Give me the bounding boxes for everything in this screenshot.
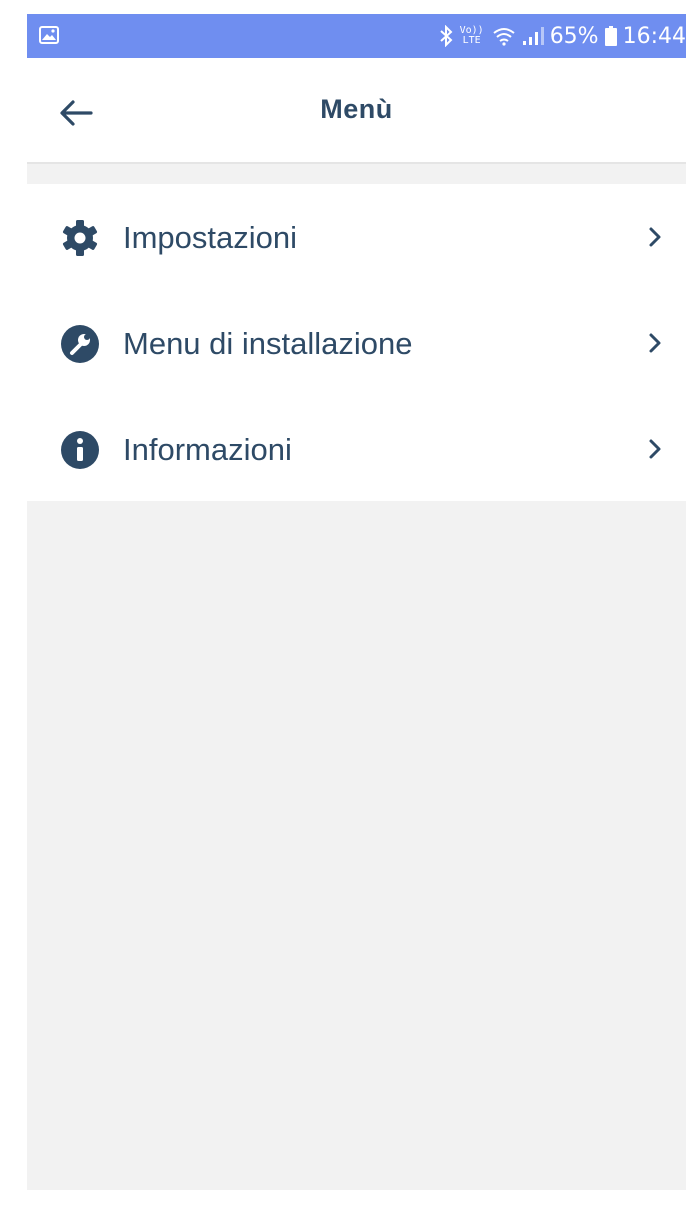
gallery-icon: [39, 25, 59, 45]
wrench-icon: [60, 324, 100, 364]
page-title: Menù: [320, 94, 393, 124]
bluetooth-icon: [438, 25, 454, 47]
menu-item-label: Impostazioni: [123, 220, 298, 255]
wifi-icon: [492, 26, 516, 46]
chevron-right-icon: [648, 226, 662, 248]
battery-icon: [604, 26, 617, 46]
signal-icon: [522, 26, 544, 46]
menu-item-informazioni[interactable]: Informazioni: [27, 396, 686, 502]
info-icon: [60, 430, 100, 470]
gear-icon: [60, 218, 100, 258]
status-right-group: Vo)) LTE 65% 16:44: [438, 14, 686, 58]
menu-item-label: Menu di installazione: [123, 326, 413, 361]
menu-list: Impostazioni Menu di installazione Infor…: [27, 184, 686, 501]
status-bar: Vo)) LTE 65% 16:44: [27, 14, 686, 58]
chevron-right-icon: [648, 438, 662, 460]
menu-item-label: Informazioni: [123, 432, 292, 467]
volte-indicator: Vo)) LTE: [460, 26, 484, 46]
menu-item-menu-di-installazione[interactable]: Menu di installazione: [27, 290, 686, 396]
clock: 16:44: [622, 23, 686, 49]
phone-screen: Vo)) LTE 65% 16:44 Menù Impostazioni Men…: [27, 14, 686, 1190]
app-header: Menù: [27, 58, 686, 164]
battery-percent: 65%: [549, 23, 599, 49]
volte-bottom-label: LTE: [462, 35, 481, 46]
menu-item-impostazioni[interactable]: Impostazioni: [27, 184, 686, 290]
chevron-right-icon: [648, 332, 662, 354]
